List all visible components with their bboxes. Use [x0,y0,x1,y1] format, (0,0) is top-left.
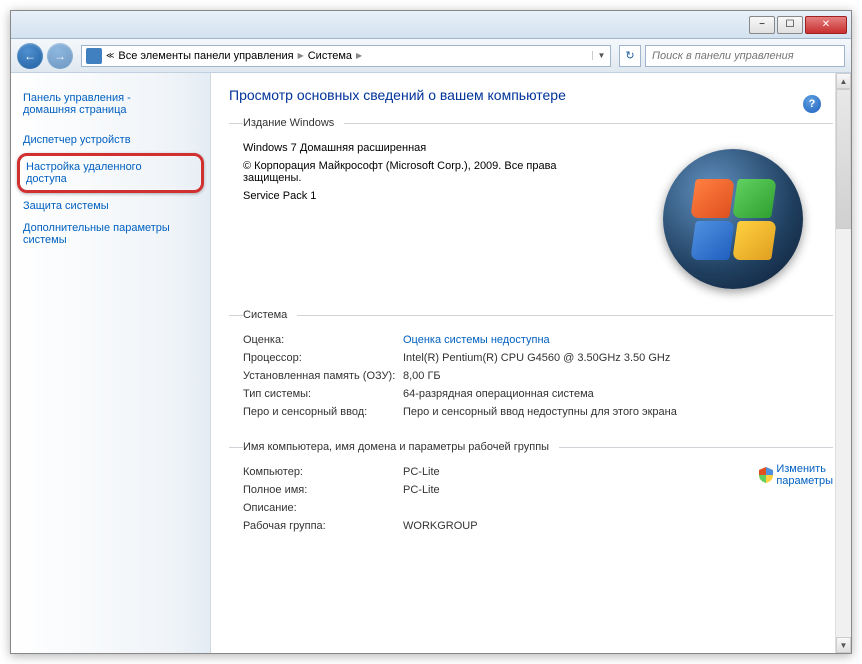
minimize-button[interactable]: − [749,16,775,34]
computer-name-section: Имя компьютера, имя домена и параметры р… [229,441,833,549]
windows-version: Windows 7 Домашняя расширенная [243,139,603,157]
remote-settings-highlight: Настройка удаленногодоступа [17,153,204,193]
chevron-right-icon: ▶ [298,51,304,60]
description-value [403,502,833,514]
system-section: Система Оценка: Оценка системы недоступн… [229,309,833,435]
refresh-button[interactable]: ↻ [619,45,641,67]
change-settings-link[interactable]: Изменитьпараметры [759,463,833,487]
system-type-label: Тип системы: [243,388,403,400]
section-legend: Имя компьютера, имя домена и параметры р… [243,441,559,453]
computer-label: Компьютер: [243,466,403,478]
sidebar: Панель управления -домашняя страница Дис… [11,73,211,653]
help-icon[interactable]: ? [803,95,821,113]
main-panel: ? Просмотр основных сведений о вашем ком… [211,73,851,653]
workgroup-value: WORKGROUP [403,520,833,532]
control-panel-home-link[interactable]: Панель управления -домашняя страница [21,87,200,121]
ram-label: Установленная память (ОЗУ): [243,370,403,382]
device-manager-link[interactable]: Диспетчер устройств [21,129,200,151]
titlebar: − ☐ ✕ [11,11,851,39]
navbar: ← → ≪ Все элементы панели управления ▶ С… [11,39,851,73]
ram-value: 8,00 ГБ [403,370,833,382]
windows-logo [663,149,813,299]
system-window: − ☐ ✕ ← → ≪ Все элементы панели управлен… [10,10,852,654]
advanced-settings-link[interactable]: Дополнительные параметрысистемы [21,217,200,251]
windows-edition-section: Издание Windows Windows 7 Домашняя расши… [229,117,833,303]
system-protection-link[interactable]: Защита системы [21,195,200,217]
search-input[interactable] [645,45,845,67]
cpu-label: Процессор: [243,352,403,364]
description-label: Описание: [243,502,403,514]
breadcrumb-dropdown[interactable]: ▼ [592,51,606,60]
section-legend: Издание Windows [243,117,344,129]
breadcrumb-item[interactable]: Система [308,50,352,62]
shield-icon [759,467,773,483]
service-pack: Service Pack 1 [243,187,603,205]
system-type-value: 64-разрядная операционная система [403,388,833,400]
rating-link[interactable]: Оценка системы недоступна [403,334,833,346]
maximize-button[interactable]: ☐ [777,16,803,34]
close-button[interactable]: ✕ [805,16,847,34]
breadcrumb[interactable]: ≪ Все элементы панели управления ▶ Систе… [81,45,611,67]
nav-back-button[interactable]: ← [17,43,43,69]
breadcrumb-item[interactable]: Все элементы панели управления [118,50,293,62]
page-title: Просмотр основных сведений о вашем компь… [229,87,833,103]
copyright-text: © Корпорация Майкрософт (Microsoft Corp.… [243,157,603,187]
pen-touch-label: Перо и сенсорный ввод: [243,406,403,418]
rating-label: Оценка: [243,334,403,346]
scrollbar[interactable]: ▲ ▼ [835,73,851,653]
scroll-down-button[interactable]: ▼ [836,637,851,653]
control-panel-icon [86,48,102,64]
nav-forward-button[interactable]: → [47,43,73,69]
chevron-right-icon: ▶ [356,51,362,60]
fullname-label: Полное имя: [243,484,403,496]
cpu-value: Intel(R) Pentium(R) CPU G4560 @ 3.50GHz … [403,352,833,364]
pen-touch-value: Перо и сенсорный ввод недоступны для это… [403,406,833,418]
content-area: Панель управления -домашняя страница Дис… [11,73,851,653]
remote-settings-link[interactable]: Настройка удаленногодоступа [26,161,195,185]
scroll-thumb[interactable] [836,89,851,229]
workgroup-label: Рабочая группа: [243,520,403,532]
section-legend: Система [243,309,297,321]
scroll-up-button[interactable]: ▲ [836,73,851,89]
